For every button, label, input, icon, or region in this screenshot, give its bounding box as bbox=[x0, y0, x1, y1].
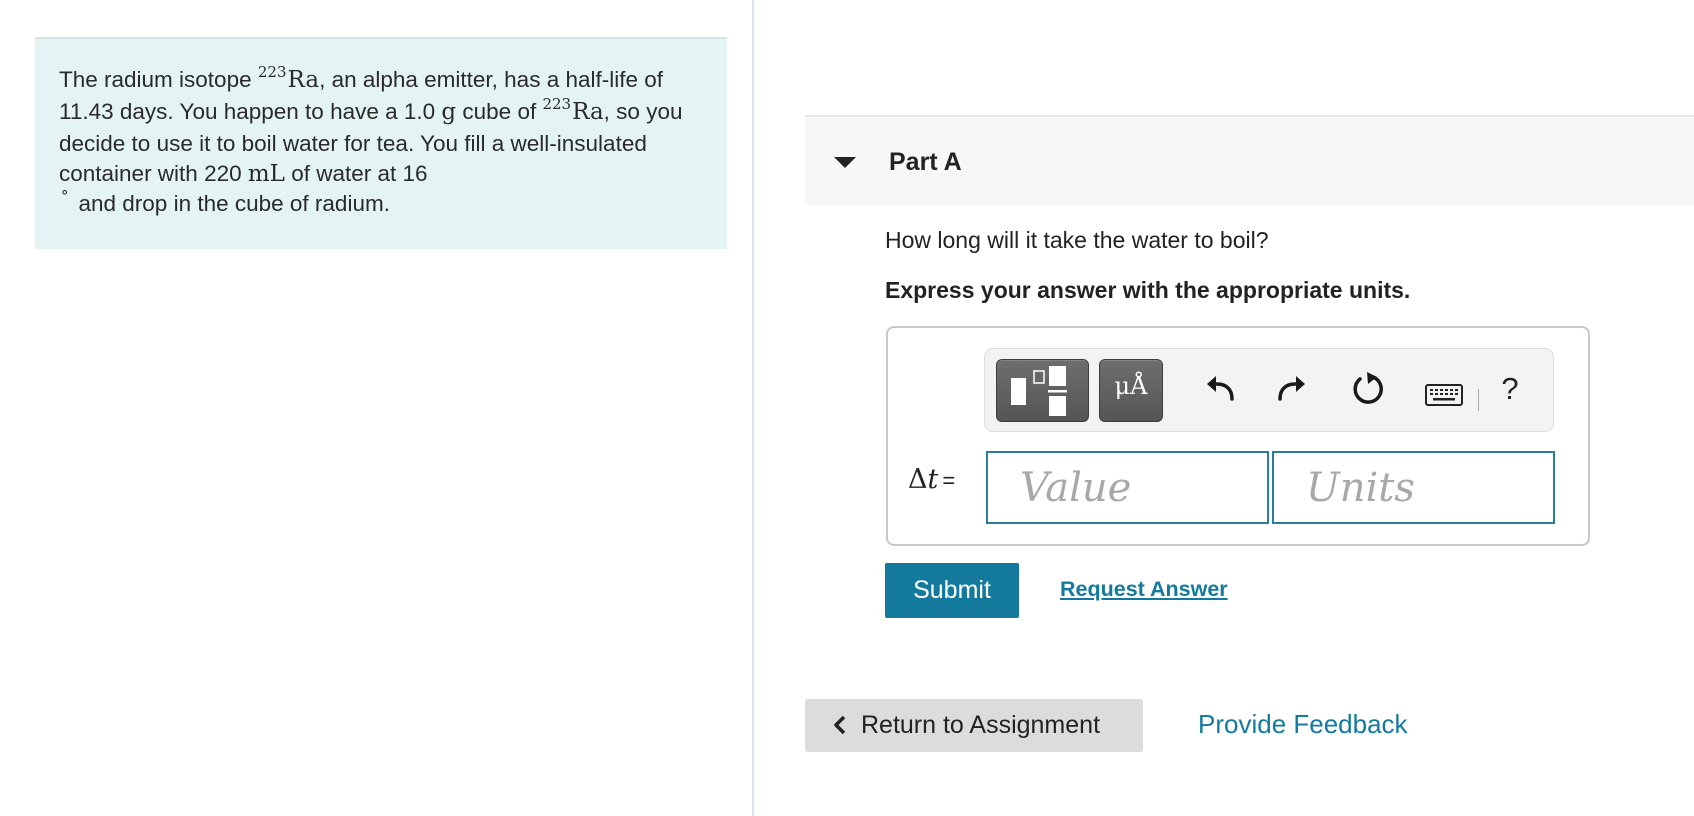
problem-text-1: The radium isotope bbox=[59, 67, 258, 92]
page: The radium isotope 223Ra, an alpha emitt… bbox=[0, 0, 1694, 816]
return-label: Return to Assignment bbox=[861, 711, 1101, 739]
isotope-mass-number: 223 bbox=[257, 63, 287, 81]
redo-icon[interactable] bbox=[1269, 367, 1313, 411]
units-input[interactable] bbox=[1272, 451, 1555, 524]
reset-icon[interactable] bbox=[1345, 367, 1389, 411]
part-title: Part A bbox=[889, 148, 962, 176]
request-answer-link[interactable]: Request Answer bbox=[1060, 577, 1228, 602]
equals-sign: = bbox=[942, 468, 956, 493]
problem-statement: The radium isotope 223Ra, an alpha emitt… bbox=[35, 37, 727, 249]
toolbar-separator bbox=[1478, 389, 1479, 411]
problem-text-5: of water at 16 bbox=[284, 161, 428, 186]
problem-text-6: and drop in the cube of radium. bbox=[78, 191, 390, 216]
delta-symbol: Δ bbox=[908, 464, 928, 495]
part-a-header[interactable]: Part A bbox=[805, 115, 1694, 205]
problem-text-3: cube of bbox=[456, 99, 543, 124]
submit-button[interactable]: Submit bbox=[885, 563, 1019, 618]
templates-icon bbox=[1011, 366, 1067, 416]
question-text: How long will it take the water to boil? bbox=[885, 227, 1269, 253]
instruction-text: Express your answer with the appropriate… bbox=[885, 277, 1411, 303]
chevron-left-icon bbox=[834, 715, 846, 735]
symbols-icon: μÅ bbox=[1114, 372, 1148, 400]
isotope-ra-223-second: 223Ra bbox=[542, 95, 604, 125]
isotope-ra-223: 223Ra bbox=[258, 63, 320, 93]
undo-icon[interactable] bbox=[1199, 367, 1243, 411]
variable-name: t bbox=[927, 464, 939, 495]
mass-unit: g bbox=[441, 99, 457, 125]
variable-label: Δt = bbox=[908, 464, 955, 495]
isotope-symbol: Ra bbox=[287, 67, 320, 93]
column-divider bbox=[752, 0, 754, 816]
volume-unit: mL bbox=[247, 161, 285, 187]
symbols-button[interactable]: μÅ bbox=[1099, 359, 1163, 422]
collapse-caret-icon[interactable] bbox=[834, 157, 856, 168]
value-input[interactable] bbox=[986, 451, 1269, 524]
keyboard-icon[interactable] bbox=[1423, 373, 1467, 417]
templates-button[interactable] bbox=[996, 359, 1089, 422]
math-toolbar: μÅ ? bbox=[984, 348, 1554, 432]
isotope-symbol: Ra bbox=[572, 99, 604, 125]
help-icon[interactable]: ? bbox=[1490, 371, 1530, 411]
degree-symbol: ° bbox=[61, 187, 69, 205]
provide-feedback-link[interactable]: Provide Feedback bbox=[1198, 709, 1408, 740]
isotope-mass-number: 223 bbox=[542, 95, 572, 113]
answer-box: μÅ ? Δt = Value Units bbox=[886, 326, 1590, 546]
return-to-assignment-button[interactable]: Return to Assignment bbox=[805, 699, 1143, 752]
